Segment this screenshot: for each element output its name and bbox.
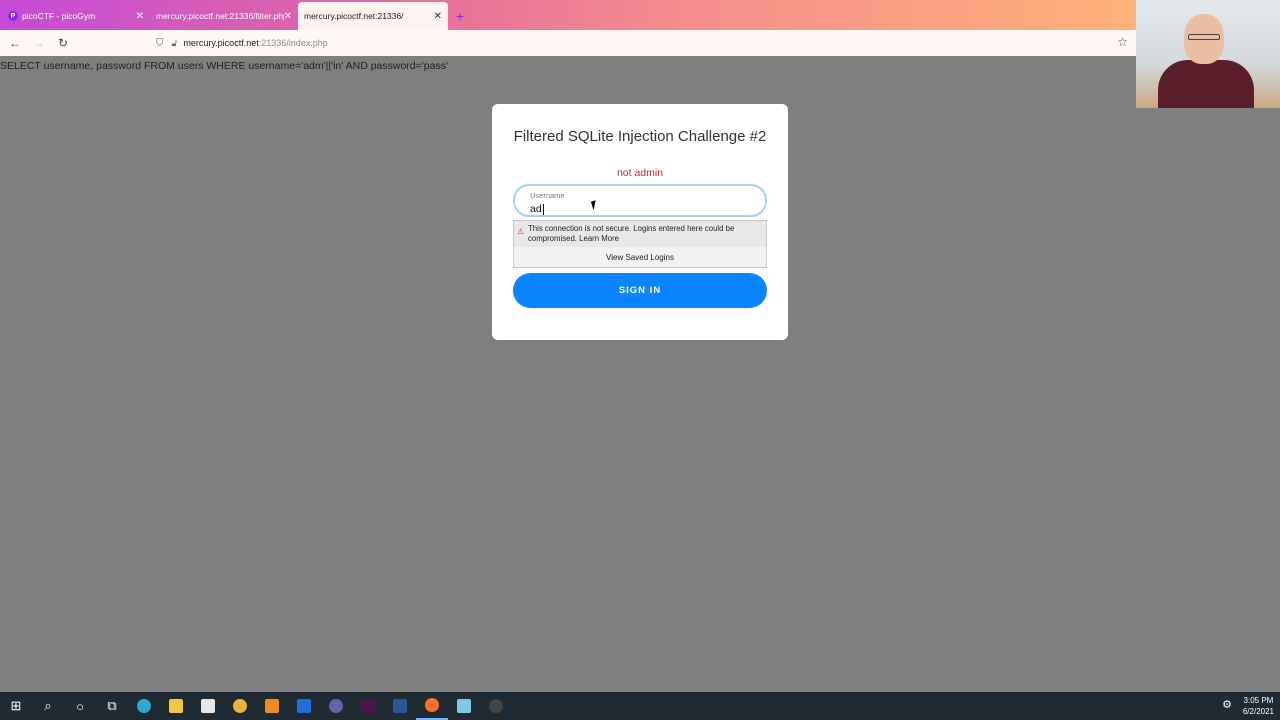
insecure-warning: ⚠ This connection is not secure. Logins … [514,221,766,247]
tab-title: mercury.picoctf.net:21336/ [304,11,404,21]
presenter-body [1158,60,1254,108]
obs-icon[interactable] [480,692,512,720]
forward-button[interactable]: → [30,34,48,52]
clock-date: 6/2/2021 [1242,707,1274,716]
taskbar: ⊞ ⌕ ○ ⧉ ⚙ 3:05 PM 6/2/2021 [0,692,1280,720]
text-caret [542,203,544,215]
presenter-glasses [1188,34,1220,40]
file-explorer-icon[interactable] [160,692,192,720]
bookmark-star-icon[interactable]: ☆ [1117,35,1128,49]
mail-icon[interactable] [288,692,320,720]
tab-title: picoCTF - picoGym [22,11,96,21]
tab-strip: P picoCTF - picoGym ✕ mercury.picoctf.ne… [0,0,1136,30]
warning-text: This connection is not secure. Logins en… [528,224,735,243]
url-path: :21336/index.php [258,38,328,48]
username-label: Username [530,191,565,200]
insecure-lock-icon[interactable]: 🔓︎ [172,38,178,49]
notepad-icon[interactable] [448,692,480,720]
navigation-bar: ← → ↻ ⛉ 🔓︎ mercury.picoctf.net :21336/in… [0,30,1136,56]
autofill-popup: ⚠ This connection is not secure. Logins … [513,220,767,268]
close-tab-icon[interactable]: ✕ [284,11,292,22]
warning-lock-icon: ⚠ [517,227,525,236]
error-message: not admin [616,167,664,179]
tab-filter-php[interactable]: mercury.picoctf.net:21336/filter.php ✕ [150,2,298,30]
username-field[interactable]: Username ad [513,184,767,217]
close-tab-icon[interactable]: ✕ [136,11,144,22]
username-value: ad [530,203,542,215]
learn-more-link[interactable]: Learn More [579,234,619,243]
edge-icon[interactable] [128,692,160,720]
tab-active-index[interactable]: mercury.picoctf.net:21336/ ✕ [298,2,448,30]
chrome-icon[interactable] [224,692,256,720]
store-icon[interactable] [192,692,224,720]
sql-query-text: SELECT username, password FROM users WHE… [0,60,448,72]
word-icon[interactable] [384,692,416,720]
task-view-icon[interactable]: ⧉ [96,692,128,720]
taskbar-clock[interactable]: 3:05 PM 6/2/2021 [1243,695,1274,717]
teams-icon[interactable] [320,692,352,720]
tab-title: mercury.picoctf.net:21336/filter.php [156,11,284,21]
sign-in-button[interactable]: SIGN IN [513,273,767,308]
picoctf-favicon-icon: P [8,11,18,21]
shield-icon[interactable]: ⛉ [156,38,164,49]
back-button[interactable]: ← [6,34,24,52]
username-input[interactable]: ad [530,203,544,215]
firefox-icon[interactable] [416,692,448,720]
page-title: Filtered SQLite Injection Challenge #2 [513,128,767,145]
url-bar[interactable]: ⛉ 🔓︎ mercury.picoctf.net :21336/index.ph… [156,34,1128,52]
search-icon[interactable]: ⌕ [32,692,64,720]
clock-time: 3:05 PM [1243,696,1274,705]
webcam-overlay [1136,0,1280,108]
close-tab-icon[interactable]: ✕ [434,11,442,22]
new-tab-button[interactable]: + [456,8,464,24]
tab-picogym[interactable]: P picoCTF - picoGym ✕ [2,2,150,30]
url-host: mercury.picoctf.net [183,38,259,48]
reload-button[interactable]: ↻ [54,34,72,52]
cortana-icon[interactable]: ○ [64,692,96,720]
view-saved-logins[interactable]: View Saved Logins [514,253,766,262]
slack-icon[interactable] [352,692,384,720]
start-windows-icon[interactable]: ⊞ [0,692,32,720]
sublime-icon[interactable] [256,692,288,720]
tray-network-icon[interactable]: ⚙ [1222,698,1232,711]
